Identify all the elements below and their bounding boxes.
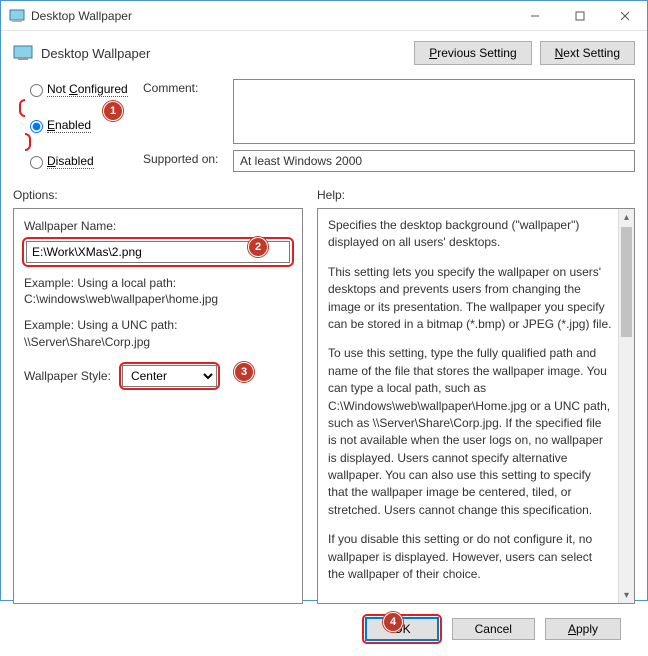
example-unc-label: Example: Using a UNC path: (24, 317, 292, 333)
supported-label: Supported on: (143, 150, 233, 172)
wallpaper-style-select[interactable]: Center (122, 365, 217, 387)
annotation-badge-3: 3 (234, 362, 254, 382)
example-unc-value: \\Server\Share\Corp.jpg (24, 334, 292, 350)
app-icon (9, 8, 25, 24)
dialog-window: Desktop Wallpaper Desktop Wallpaper Prev… (0, 0, 648, 601)
help-panel: Specifies the desktop background ("wallp… (317, 208, 635, 604)
annotation-badge-1: 1 (103, 101, 123, 121)
scroll-down-icon[interactable]: ▾ (619, 587, 634, 603)
maximize-button[interactable] (557, 1, 602, 31)
window-title: Desktop Wallpaper (31, 9, 512, 23)
policy-title: Desktop Wallpaper (41, 46, 406, 61)
dialog-footer: 4 OK Cancel Apply (13, 604, 635, 656)
options-label: Options: (13, 188, 303, 202)
example-local-label: Example: Using a local path: (24, 275, 292, 291)
scroll-thumb[interactable] (621, 227, 632, 337)
minimize-button[interactable] (512, 1, 557, 31)
example-local-value: C:\windows\web\wallpaper\home.jpg (24, 291, 292, 307)
options-panel: Wallpaper Name: 2 Example: Using a local… (13, 208, 303, 604)
previous-setting-button[interactable]: Previous Setting (414, 41, 531, 65)
radio-not-configured[interactable]: Not Configured (25, 81, 143, 97)
scroll-up-icon[interactable]: ▴ (619, 209, 634, 225)
help-label: Help: (317, 188, 635, 202)
wallpaper-style-label: Wallpaper Style: (24, 369, 111, 383)
cancel-button[interactable]: Cancel (452, 618, 535, 640)
apply-button[interactable]: Apply (545, 618, 621, 640)
annotation-badge-2: 2 (248, 237, 268, 257)
close-button[interactable] (602, 1, 647, 31)
radio-disabled[interactable]: Disabled (25, 153, 143, 169)
wallpaper-name-label: Wallpaper Name: (24, 219, 292, 233)
policy-icon (13, 43, 33, 63)
title-bar: Desktop Wallpaper (1, 1, 647, 31)
next-setting-button[interactable]: Next Setting (540, 41, 635, 65)
help-text: Specifies the desktop background ("wallp… (328, 217, 612, 583)
comment-label: Comment: (143, 79, 233, 144)
help-scrollbar[interactable]: ▴ ▾ (618, 209, 634, 603)
radio-enabled[interactable]: Enabled (25, 117, 143, 133)
supported-on-value: At least Windows 2000 (233, 150, 635, 172)
header-row: Desktop Wallpaper Previous Setting Next … (13, 39, 635, 71)
state-radio-group: Not Configured Enabled 1 Disabled (13, 77, 143, 174)
comment-textarea[interactable] (233, 79, 635, 144)
